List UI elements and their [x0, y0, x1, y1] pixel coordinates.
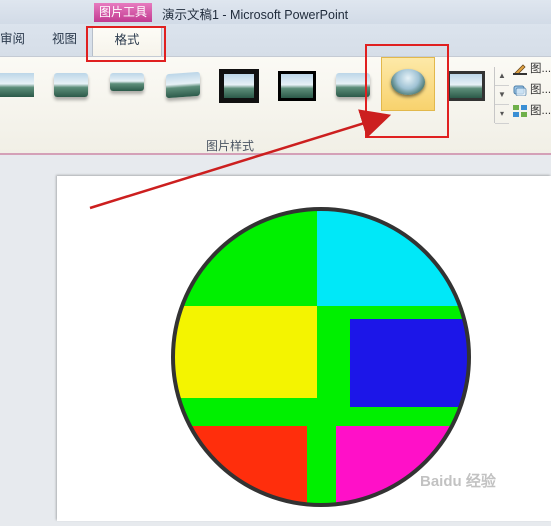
style-thumbnail [336, 73, 370, 97]
style-thumbnail [219, 69, 259, 103]
oval-style-thumbnail [391, 69, 425, 95]
picture-style-metal-frame[interactable] [445, 67, 487, 105]
ribbon-tab-row: 审阅 视图 [0, 24, 551, 56]
effects-icon [513, 84, 527, 97]
picture-border-label: 图... [530, 63, 551, 75]
picture-tools-badge: 图片工具 [94, 3, 152, 22]
layout-icon [513, 104, 527, 117]
tab-view[interactable]: 视图 [52, 30, 77, 48]
picture-layout-command[interactable]: 图... [513, 102, 551, 118]
picture-style-shadow[interactable] [162, 67, 204, 105]
tab-format[interactable]: 格式 [92, 26, 162, 57]
picture-border-command[interactable]: 图... [513, 60, 551, 76]
style-thumbnail [110, 73, 144, 91]
pencil-border-icon [513, 63, 527, 76]
picture-style-soft-edge[interactable] [50, 67, 92, 105]
group-label-picture-styles: 图片样式 [205, 139, 254, 153]
style-thumbnail [166, 71, 200, 99]
picture-style-rounded-shadow[interactable] [332, 67, 374, 105]
picture-layout-label: 图... [530, 105, 551, 117]
picture-region-yellow [173, 306, 317, 398]
picture-style-reflected[interactable] [106, 67, 148, 105]
style-thumbnail [447, 71, 485, 101]
gallery-scroll-up-button[interactable]: ▲ [495, 67, 509, 86]
window-title: 演示文稿1 - Microsoft PowerPoint [162, 8, 349, 22]
baidu-watermark: Baidu 经验 [420, 473, 496, 490]
ribbon-picture-styles: ▲ ▼ ▾ 图片样式 [0, 56, 551, 155]
style-thumbnail [54, 73, 88, 97]
tab-review[interactable]: 审阅 [0, 30, 25, 48]
gallery-scroll: ▲ ▼ ▾ [494, 67, 509, 124]
style-thumbnail [278, 71, 316, 101]
style-thumbnail [0, 73, 34, 97]
gallery-more-button[interactable]: ▾ [495, 105, 509, 124]
picture-style-black-frame[interactable] [276, 67, 318, 105]
picture-style-oval-selected[interactable] [381, 57, 435, 111]
picture-region-cyan [317, 209, 469, 306]
gallery-scroll-down-button[interactable]: ▼ [495, 86, 509, 105]
picture-style-thick-frame[interactable] [219, 67, 261, 105]
picture-effects-label: 图... [530, 84, 551, 96]
picture-effects-command[interactable]: 图... [513, 81, 551, 97]
title-bar: 图片工具 演示文稿1 - Microsoft PowerPoint [0, 0, 551, 24]
picture-style-simple-frame[interactable] [0, 67, 38, 105]
